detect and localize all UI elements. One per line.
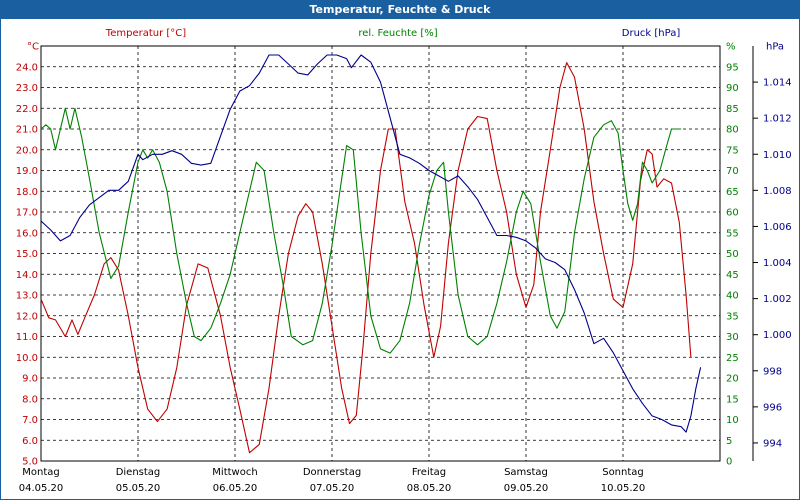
humidity-tick-label: 50 bbox=[726, 249, 739, 260]
x-tick-date: 04.05.20 bbox=[19, 483, 64, 494]
temperature-tick-label: 11.0 bbox=[16, 332, 38, 343]
x-tick-date: 07.05.20 bbox=[310, 483, 355, 494]
humidity-unit: % bbox=[726, 42, 736, 53]
x-tick-date: 09.05.20 bbox=[504, 483, 549, 494]
x-tick-date: 05.05.20 bbox=[116, 483, 161, 494]
humidity-tick-label: 70 bbox=[726, 166, 739, 177]
temperature-tick-label: 10.0 bbox=[16, 353, 38, 364]
pressure-axis-title: Druck [hPa] bbox=[622, 28, 681, 39]
humidity-tick-label: 85 bbox=[726, 104, 739, 115]
humidity-tick-label: 60 bbox=[726, 208, 739, 219]
x-tick-date: 08.05.20 bbox=[407, 483, 452, 494]
humidity-tick-label: 65 bbox=[726, 187, 739, 198]
pressure-tick-label: 1.008 bbox=[763, 186, 792, 197]
axes: 5.0 6.0 7.0 8.0 9.0 10.0 11.0 12.0 13.0 14.0 15.0 1… bbox=[16, 28, 792, 494]
x-tick-date: 06.05.20 bbox=[213, 483, 258, 494]
grid bbox=[40, 45, 721, 462]
temperature-tick-label: 22.0 bbox=[16, 104, 38, 115]
x-tick-day: Freitag bbox=[412, 467, 446, 478]
pressure-tick-label: 1.014 bbox=[763, 78, 792, 89]
pressure-tick-label: 1.010 bbox=[763, 150, 792, 161]
humidity-tick-label: 15 bbox=[726, 394, 739, 405]
temperature-tick-label: 14.0 bbox=[16, 270, 38, 281]
temperature-tick-label: 24.0 bbox=[16, 62, 38, 73]
pressure-tick-label: 1.000 bbox=[763, 330, 792, 341]
pressure-tick-label: 994 bbox=[763, 438, 782, 449]
x-tick-day: Montag bbox=[22, 467, 59, 478]
temperature-tick-label: 8.0 bbox=[22, 394, 38, 405]
temperature-unit: °C bbox=[27, 42, 39, 53]
humidity-tick-label: 55 bbox=[726, 228, 739, 239]
pressure-tick-label: 1.004 bbox=[763, 258, 792, 269]
x-tick-day: Mittwoch bbox=[212, 467, 257, 478]
temperature-tick-label: 9.0 bbox=[22, 374, 38, 385]
x-tick-day: Dienstag bbox=[116, 467, 161, 478]
pressure-tick-label: 996 bbox=[763, 402, 782, 413]
x-tick-date: 10.05.20 bbox=[601, 483, 646, 494]
humidity-tick-label: 20 bbox=[726, 374, 739, 385]
temperature-tick-label: 5.0 bbox=[22, 457, 38, 468]
pressure-tick-label: 1.002 bbox=[763, 294, 792, 305]
humidity-tick-label: 95 bbox=[726, 62, 739, 73]
temperature-tick-label: 19.0 bbox=[16, 166, 38, 177]
temperature-tick-label: 15.0 bbox=[16, 249, 38, 260]
humidity-tick-label: 45 bbox=[726, 270, 739, 281]
pressure-tick-label: 998 bbox=[763, 366, 782, 377]
x-tick-day: Sonntag bbox=[602, 467, 644, 478]
chart-svg: 5.0 6.0 7.0 8.0 9.0 10.0 11.0 12.0 13.0 14.0 15.0 1… bbox=[16, 28, 792, 494]
humidity-tick-label: 75 bbox=[726, 145, 739, 156]
humidity-tick-label: 30 bbox=[726, 332, 739, 343]
humidity-tick-label: 35 bbox=[726, 311, 739, 322]
temperature-tick-label: 12.0 bbox=[16, 311, 38, 322]
pressure-tick-label: 1.006 bbox=[763, 222, 792, 233]
humidity-tick-label: 0 bbox=[726, 457, 732, 468]
x-tick-day: Donnerstag bbox=[303, 467, 361, 478]
series-line-temperature bbox=[40, 62, 692, 454]
pressure-tick-label: 1.012 bbox=[763, 114, 792, 125]
temperature-tick-label: 17.0 bbox=[16, 208, 38, 219]
humidity-tick-label: 90 bbox=[726, 83, 739, 94]
temperature-tick-label: 7.0 bbox=[22, 415, 38, 426]
humidity-tick-label: 25 bbox=[726, 353, 739, 364]
temperature-tick-label: 13.0 bbox=[16, 291, 38, 302]
humidity-tick-label: 5 bbox=[726, 436, 732, 447]
humidity-tick-label: 40 bbox=[726, 291, 739, 302]
temperature-tick-label: 16.0 bbox=[16, 228, 38, 239]
humidity-tick-label: 80 bbox=[726, 125, 739, 136]
temperature-tick-label: 6.0 bbox=[22, 436, 38, 447]
temperature-tick-label: 21.0 bbox=[16, 125, 38, 136]
temperature-tick-label: 23.0 bbox=[16, 83, 38, 94]
temperature-axis-title: Temperatur [°C] bbox=[105, 28, 186, 39]
temperature-tick-label: 20.0 bbox=[16, 145, 38, 156]
pressure-unit: hPa bbox=[766, 42, 784, 53]
temperature-tick-label: 18.0 bbox=[16, 187, 38, 198]
x-tick-day: Samstag bbox=[504, 467, 548, 478]
humidity-axis-title: rel. Feuchte [%] bbox=[358, 28, 437, 39]
humidity-tick-label: 10 bbox=[726, 415, 739, 426]
chart-window: Temperatur, Feuchte & Druck 5.0 6.0 7.0 8.0… bbox=[0, 0, 800, 500]
